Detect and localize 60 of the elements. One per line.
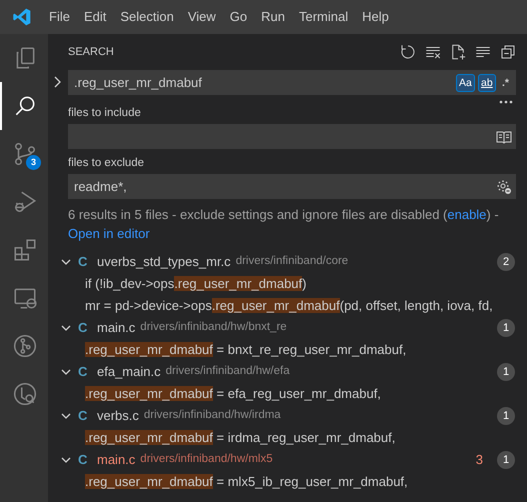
- file-path: drivers/infiniband/hw/irdma: [144, 408, 282, 424]
- match-count: 1: [497, 451, 515, 469]
- file-name: verbs.c: [97, 407, 139, 426]
- count-badge: 3: [26, 155, 41, 170]
- menu-item[interactable]: Terminal: [292, 7, 356, 27]
- menu-item[interactable]: Go: [222, 7, 254, 27]
- branch-icon: [12, 141, 38, 167]
- c-file-icon: C: [78, 318, 91, 338]
- branch-icon-button[interactable]: 3: [0, 130, 48, 178]
- search-field[interactable]: .reg_user_mr_dmabuf Aa ab .*: [68, 70, 516, 95]
- branch-circle-icon: [12, 333, 38, 359]
- more-icon[interactable]: [499, 100, 513, 104]
- file-path: drivers/infiniband/hw/bnxt_re: [140, 320, 288, 336]
- option-toggle[interactable]: Aa: [456, 74, 475, 92]
- open-in-editor-link[interactable]: Open in editor: [68, 226, 150, 241]
- match-count: 1: [497, 319, 515, 337]
- match-line[interactable]: mr = pd->device->ops.reg_user_mr_dmabuf(pd, offset, length, iova, fd,: [48, 295, 527, 317]
- match-line[interactable]: .reg_user_mr_dmabuf = bnxt_re_reg_user_mr_dmabuf,: [48, 339, 527, 361]
- file-name: uverbs_std_types_mr.c: [97, 253, 231, 272]
- option-toggle[interactable]: ab: [478, 74, 496, 92]
- menu-item[interactable]: Run: [254, 7, 292, 27]
- match-count: 2: [497, 253, 515, 271]
- enable-link[interactable]: enable: [447, 207, 486, 222]
- play-bug-icon: [12, 189, 38, 215]
- book-icon[interactable]: [496, 130, 512, 144]
- gear-icon[interactable]: [496, 178, 512, 194]
- problem-count: 3: [476, 451, 483, 470]
- c-file-icon: C: [78, 252, 91, 272]
- match-line[interactable]: if (!ib_dev->ops.reg_user_mr_dmabuf): [48, 273, 527, 295]
- match-line[interactable]: .reg_user_mr_dmabuf = irdma_reg_user_mr_dmabuf,: [48, 427, 527, 449]
- match-count: 1: [497, 407, 515, 425]
- c-file-icon: C: [78, 406, 91, 426]
- app-logo-icon: [12, 7, 32, 27]
- file-name: main.c: [97, 319, 136, 338]
- blocks-icon: [12, 237, 38, 263]
- menu-item[interactable]: Selection: [113, 7, 181, 27]
- file-path: drivers/infiniband/hw/mlx5: [140, 452, 274, 468]
- branch-search-icon: [12, 381, 38, 407]
- c-file-icon: C: [78, 362, 91, 382]
- match-count: 1: [497, 363, 515, 381]
- match-line[interactable]: .reg_user_mr_dmabuf = efa_reg_user_mr_dmabuf,: [48, 383, 527, 405]
- file-name: main.c: [97, 451, 136, 470]
- file-path: drivers/infiniband/hw/efa: [166, 364, 291, 380]
- exclude-field[interactable]: readme*,: [68, 174, 516, 199]
- menu-item[interactable]: Help: [355, 7, 396, 27]
- menu-item[interactable]: View: [180, 7, 223, 27]
- file-name: efa_main.c: [97, 363, 161, 382]
- file-path: drivers/infiniband/core: [236, 254, 350, 270]
- include-field[interactable]: [68, 124, 516, 149]
- results-summary: 6 results in 5 files - exclude settings and ignore files are disabled (enable) - Open in editor: [68, 206, 500, 243]
- c-file-icon: C: [78, 450, 91, 470]
- collapse-all-icon[interactable]: [499, 43, 517, 61]
- match-line[interactable]: .reg_user_mr_dmabuf = mlx5_ib_reg_user_mr_dmabuf,: [48, 471, 527, 493]
- panel-title: SEARCH: [68, 44, 115, 60]
- menu-item[interactable]: File: [42, 7, 77, 27]
- field-label: files to exclude: [68, 156, 146, 171]
- field-label: files to include: [68, 106, 142, 121]
- refresh-icon[interactable]: [399, 43, 417, 61]
- option-toggle[interactable]: .*: [498, 74, 512, 92]
- menu-item[interactable]: Edit: [76, 7, 114, 27]
